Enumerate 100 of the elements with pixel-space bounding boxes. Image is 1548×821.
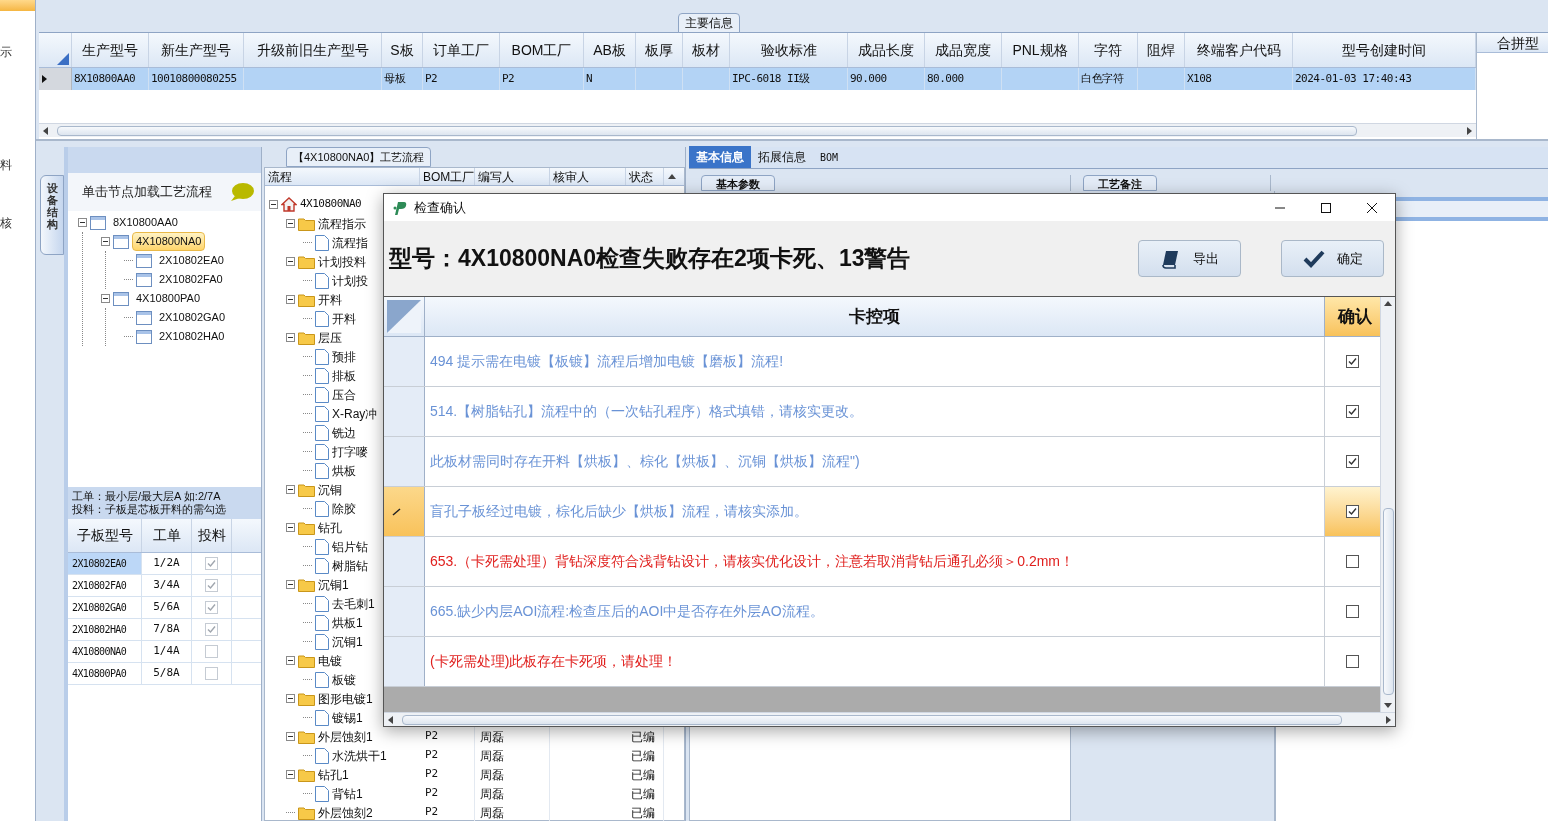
horizontal-scrollbar[interactable]	[39, 123, 1476, 137]
tree-node[interactable]: 排板	[332, 366, 356, 385]
column-header[interactable]: 流程	[265, 168, 420, 185]
table-cell[interactable]: 2X10802HA0	[68, 619, 142, 640]
tree-node[interactable]: X-Ray冲	[332, 404, 378, 423]
column-header[interactable]: 升级前旧生产型号	[244, 33, 382, 67]
tree-node[interactable]: 去毛刺1	[332, 594, 375, 613]
column-header[interactable]: 状态	[626, 168, 664, 185]
table-cell[interactable]: 4X10800PA0	[68, 663, 142, 684]
tree-node[interactable]: 电镀	[318, 651, 342, 670]
column-header[interactable]: 投料	[192, 519, 232, 552]
tree-node[interactable]: 开料	[332, 309, 356, 328]
checkbox[interactable]	[1346, 505, 1359, 518]
tree-node[interactable]: 4X10800PA0	[132, 289, 205, 308]
tree-node[interactable]: 2X10802GA0	[155, 308, 230, 327]
table-row[interactable]: 8X10800AA0 10010800080255 母板 P2 P2 N IPC-6018 II级 90.000 80.000 白色字符 X108 2024-01-03 17:40:43	[39, 68, 1476, 90]
tree-node[interactable]: 计划投	[332, 271, 368, 290]
column-header[interactable]: 型号创建时间	[1293, 33, 1476, 67]
group-tab[interactable]: 基本参数	[701, 175, 775, 191]
collapse-icon[interactable]	[286, 656, 295, 665]
column-header[interactable]: BOM工厂	[500, 33, 584, 67]
tree-node[interactable]: 开料	[318, 290, 342, 309]
tree-node[interactable]: 外层蚀刻2	[318, 803, 373, 821]
tree-node[interactable]: 流程指	[332, 233, 368, 252]
collapse-icon[interactable]	[286, 485, 295, 494]
column-header[interactable]: 子板型号	[68, 519, 142, 552]
table-cell[interactable]: 4X10800NA0	[68, 641, 142, 662]
tree-node[interactable]: 铝片钻	[332, 537, 368, 556]
column-header[interactable]: 终端客户代码	[1185, 33, 1293, 67]
column-header[interactable]: 核审人	[550, 168, 626, 185]
checkbox[interactable]	[1346, 355, 1359, 368]
collapse-icon[interactable]	[286, 257, 295, 266]
scrollbar-thumb[interactable]	[57, 126, 1357, 136]
tree-node[interactable]: 烘板	[332, 461, 356, 480]
column-header[interactable]: 订单工厂	[423, 33, 500, 67]
collapse-icon[interactable]	[78, 218, 87, 227]
tree-node[interactable]: 除胶	[332, 499, 356, 518]
table-cell[interactable]: 2X10802EA0	[68, 553, 142, 574]
column-header[interactable]: 生产型号	[72, 33, 149, 67]
vertical-scrollbar[interactable]	[1380, 297, 1395, 712]
column-header[interactable]: S板	[382, 33, 423, 67]
tree-node[interactable]: 4X10800NA0	[132, 232, 206, 251]
collapse-icon[interactable]	[286, 523, 295, 532]
column-header[interactable]: 合拼型	[1477, 33, 1548, 53]
column-header[interactable]: 确认	[1325, 297, 1380, 336]
collapse-icon[interactable]	[101, 237, 110, 246]
tree-node[interactable]: 沉铜1	[318, 575, 349, 594]
tree-node[interactable]: 4X10800NA0	[300, 196, 362, 213]
collapse-icon[interactable]	[286, 580, 295, 589]
column-header[interactable]: 阻焊	[1138, 33, 1185, 67]
tree-node[interactable]: 板镀	[332, 670, 356, 689]
menu-item[interactable]: 核	[0, 214, 35, 232]
column-header[interactable]: 工单	[142, 519, 192, 552]
column-header[interactable]: AB板	[584, 33, 636, 67]
checkbox[interactable]	[1346, 655, 1359, 668]
tree-node[interactable]: 打字嘜	[332, 442, 368, 461]
scroll-left-icon[interactable]	[42, 126, 50, 135]
export-button[interactable]: 导出	[1138, 240, 1241, 277]
column-header[interactable]: 编写人	[475, 168, 550, 185]
tree-node[interactable]: 预排	[332, 347, 356, 366]
column-header[interactable]: 新生产型号	[149, 33, 244, 67]
tree-node[interactable]: 沉铜	[318, 480, 342, 499]
column-header[interactable]: BOM工厂	[420, 168, 475, 185]
column-header[interactable]: 成品宽度	[925, 33, 1002, 67]
collapse-icon[interactable]	[286, 333, 295, 342]
tab[interactable]: 拓展信息	[751, 146, 813, 168]
tree-node[interactable]: 图形电镀1	[318, 689, 373, 708]
tree-node[interactable]: 外层蚀刻1	[318, 727, 373, 746]
tree-node[interactable]: 流程指示	[318, 214, 366, 233]
horizontal-scrollbar[interactable]	[384, 712, 1395, 726]
tree-node[interactable]: 烘板1	[332, 613, 363, 632]
checkbox[interactable]	[1346, 405, 1359, 418]
collapse-icon[interactable]	[286, 295, 295, 304]
column-header[interactable]: 验收标准	[730, 33, 848, 67]
vertical-tab[interactable]: 设备结构	[40, 175, 64, 255]
tree-node[interactable]: 计划投料	[318, 252, 366, 271]
table-cell[interactable]: 2X10802GA0	[68, 597, 142, 618]
menu-item[interactable]: 示	[0, 43, 35, 61]
tab[interactable]: 基本信息	[689, 146, 751, 168]
tree-node[interactable]: 钻孔1	[318, 765, 349, 784]
corner-cell[interactable]	[384, 297, 425, 336]
scrollbar-thumb[interactable]	[1382, 508, 1394, 695]
menu-item[interactable]: 料	[0, 156, 35, 174]
scroll-left-icon[interactable]	[387, 715, 395, 724]
column-header[interactable]: 字符	[1079, 33, 1138, 67]
scroll-up-icon[interactable]	[1384, 300, 1392, 308]
collapse-icon[interactable]	[286, 732, 295, 741]
collapse-icon[interactable]	[269, 200, 278, 209]
tree-node[interactable]: 沉铜1	[332, 632, 363, 651]
tree-node[interactable]: 背钻1	[332, 784, 363, 803]
tree-node[interactable]: 钻孔	[318, 518, 342, 537]
tree-node[interactable]: 镀锡1	[332, 708, 363, 727]
column-header[interactable]: 板材	[683, 33, 730, 67]
collapse-icon[interactable]	[101, 294, 110, 303]
scroll-up-icon[interactable]	[668, 172, 676, 181]
confirm-button[interactable]: 确定	[1281, 240, 1384, 277]
scroll-right-icon[interactable]	[1465, 126, 1473, 135]
scroll-down-icon[interactable]	[1384, 701, 1392, 709]
tree-node[interactable]: 2X10802EA0	[155, 251, 228, 270]
checkbox[interactable]	[1346, 605, 1359, 618]
